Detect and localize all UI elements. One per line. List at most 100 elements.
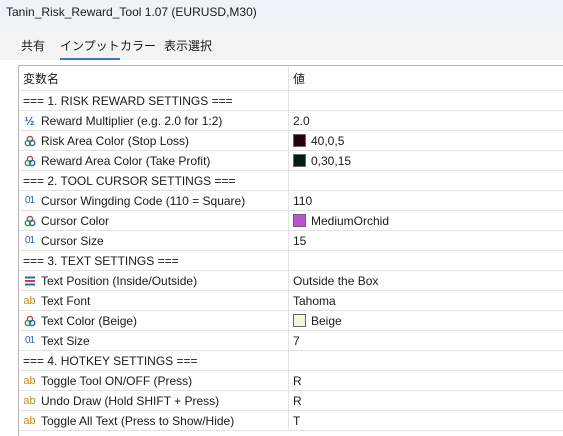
parameter-value: 40,0,5 [311, 133, 345, 148]
parameter-value-cell[interactable]: Outside the Box [290, 271, 563, 290]
parameter-name-cell: === 2. TOOL CURSOR SETTINGS === [19, 171, 289, 190]
parameter-name-cell: Risk Area Color (Stop Loss) [19, 131, 289, 150]
parameter-value: 2.0 [293, 113, 310, 128]
parameter-name-cell: === 4. HOTKEY SETTINGS === [19, 351, 289, 370]
color-palette-icon [23, 315, 36, 327]
parameter-name-cell: ab Toggle Tool ON/OFF (Press) [19, 371, 289, 390]
section-header-row[interactable]: === 4. HOTKEY SETTINGS === [19, 351, 563, 371]
window-title: Tanin_Risk_Reward_Tool 1.07 (EURUSD,M30) [6, 5, 257, 19]
parameter-value-cell[interactable]: R [290, 391, 563, 410]
parameter-name: Text Position (Inside/Outside) [41, 273, 198, 288]
parameter-value-cell[interactable]: 110 [290, 191, 563, 210]
parameter-value-cell[interactable]: 7 [290, 331, 563, 350]
parameter-name: Toggle All Text (Press to Show/Hide) [41, 413, 235, 428]
tab-inputs[interactable]: インプット [60, 37, 120, 60]
parameter-value-cell[interactable]: 2.0 [290, 111, 563, 130]
parameter-value-cell[interactable]: R [290, 371, 563, 390]
parameter-name-cell: ab Undo Draw (Hold SHIFT + Press) [19, 391, 289, 410]
section-header-row[interactable]: === 2. TOOL CURSOR SETTINGS === [19, 171, 563, 191]
parameter-value: T [293, 413, 301, 428]
string-ab-icon: ab [23, 294, 36, 307]
parameter-name-cell: Reward Area Color (Take Profit) [19, 151, 289, 170]
string-ab-icon: ab [23, 394, 36, 407]
parameter-value-cell[interactable]: 0,30,15 [290, 151, 563, 170]
parameter-value-cell[interactable]: 15 [290, 231, 563, 250]
color-swatch[interactable] [293, 314, 306, 327]
parameter-name: Cursor Wingding Code (110 = Square) [41, 193, 246, 208]
parameter-name-cell: ab Toggle All Text (Press to Show/Hide) [19, 411, 289, 430]
section-header-row[interactable]: === 3. TEXT SETTINGS === [19, 251, 563, 271]
section-title: === 4. HOTKEY SETTINGS === [23, 353, 198, 368]
tab-share[interactable]: 共有 [21, 37, 45, 54]
parameter-row[interactable]: 01 Text Size 7 [19, 331, 563, 351]
parameter-row[interactable]: Cursor Color MediumOrchid [19, 211, 563, 231]
color-palette-icon [23, 215, 36, 227]
column-header-value[interactable]: 値 [290, 66, 563, 90]
string-ab-icon: ab [23, 374, 36, 387]
color-palette-icon [23, 135, 36, 147]
parameter-name: Text Size [41, 333, 90, 348]
parameter-name-cell: Cursor Color [19, 211, 289, 230]
parameter-value: Tahoma [293, 293, 336, 308]
inputs-grid: 変数名 値 === 1. RISK REWARD SETTINGS === ½ Re… [18, 65, 563, 436]
parameter-value-cell [290, 91, 563, 110]
parameter-name-cell: === 3. TEXT SETTINGS === [19, 251, 289, 270]
parameter-name: Toggle Tool ON/OFF (Press) [41, 373, 193, 388]
parameter-row[interactable]: ab Text Font Tahoma [19, 291, 563, 311]
tab-colors[interactable]: カラー [120, 37, 156, 54]
parameter-value-cell [290, 171, 563, 190]
parameter-row[interactable]: Reward Area Color (Take Profit) 0,30,15 [19, 151, 563, 171]
parameter-row[interactable]: 01 Cursor Wingding Code (110 = Square) 110 [19, 191, 563, 211]
section-header-row[interactable]: === 1. RISK REWARD SETTINGS === [19, 91, 563, 111]
window-titlebar: Tanin_Risk_Reward_Tool 1.07 (EURUSD,M30) [0, 0, 563, 30]
parameter-value-cell[interactable]: 40,0,5 [290, 131, 563, 150]
parameter-value: Outside the Box [293, 273, 379, 288]
integer-icon: 01 [24, 234, 35, 246]
section-title: === 1. RISK REWARD SETTINGS === [23, 93, 233, 108]
parameter-value: 15 [293, 233, 307, 248]
color-swatch[interactable] [293, 134, 306, 147]
color-palette-icon [23, 155, 36, 167]
column-header-variable[interactable]: 変数名 [19, 66, 289, 90]
parameter-name: Reward Multiplier (e.g. 2.0 for 1:2) [41, 113, 223, 128]
color-swatch[interactable] [293, 214, 306, 227]
parameter-row[interactable]: ab Toggle Tool ON/OFF (Press) R [19, 371, 563, 391]
integer-icon: 01 [24, 334, 35, 346]
parameter-value-cell[interactable]: T [290, 411, 563, 430]
parameter-name: Cursor Color [41, 213, 110, 228]
parameter-name-cell: 01 Cursor Wingding Code (110 = Square) [19, 191, 289, 210]
parameter-row[interactable]: 01 Cursor Size 15 [19, 231, 563, 251]
parameter-value: Beige [311, 313, 342, 328]
parameter-row[interactable]: ab Toggle All Text (Press to Show/Hide) T [19, 411, 563, 431]
parameter-name-cell: ab Text Font [19, 291, 289, 310]
parameter-name: Risk Area Color (Stop Loss) [41, 133, 190, 148]
fraction-icon: ½ [24, 113, 35, 128]
parameter-name-cell: Text Color (Beige) [19, 311, 289, 330]
parameter-row[interactable]: Risk Area Color (Stop Loss) 40,0,5 [19, 131, 563, 151]
parameter-name: Reward Area Color (Take Profit) [41, 153, 211, 168]
parameter-value-cell[interactable]: Tahoma [290, 291, 563, 310]
parameter-name-cell: 01 Text Size [19, 331, 289, 350]
parameter-value-cell[interactable]: Beige [290, 311, 563, 330]
section-title: === 3. TEXT SETTINGS === [23, 253, 179, 268]
parameter-row[interactable]: Text Position (Inside/Outside) Outside th… [19, 271, 563, 291]
integer-icon: 01 [24, 194, 35, 206]
string-ab-icon: ab [23, 414, 36, 427]
parameter-row[interactable]: Text Color (Beige) Beige [19, 311, 563, 331]
parameter-value: MediumOrchid [311, 213, 390, 228]
parameter-value: 110 [293, 193, 313, 208]
parameter-row[interactable]: ½ Reward Multiplier (e.g. 2.0 for 1:2) 2.0 [19, 111, 563, 131]
parameter-value-cell [290, 251, 563, 270]
parameter-name: Undo Draw (Hold SHIFT + Press) [41, 393, 220, 408]
tab-visualization[interactable]: 表示選択 [164, 37, 212, 54]
color-swatch[interactable] [293, 154, 306, 167]
section-title: === 2. TOOL CURSOR SETTINGS === [23, 173, 236, 188]
parameter-value-cell[interactable]: MediumOrchid [290, 211, 563, 230]
parameter-name-cell: ½ Reward Multiplier (e.g. 2.0 for 1:2) [19, 111, 289, 130]
parameter-row[interactable]: ab Undo Draw (Hold SHIFT + Press) R [19, 391, 563, 411]
parameter-name: Cursor Size [41, 233, 104, 248]
tab-bar: 共有 インプット カラー 表示選択 [0, 30, 563, 60]
parameter-value: R [293, 373, 302, 388]
parameter-name-cell: 01 Cursor Size [19, 231, 289, 250]
parameter-name-cell: === 1. RISK REWARD SETTINGS === [19, 91, 289, 110]
